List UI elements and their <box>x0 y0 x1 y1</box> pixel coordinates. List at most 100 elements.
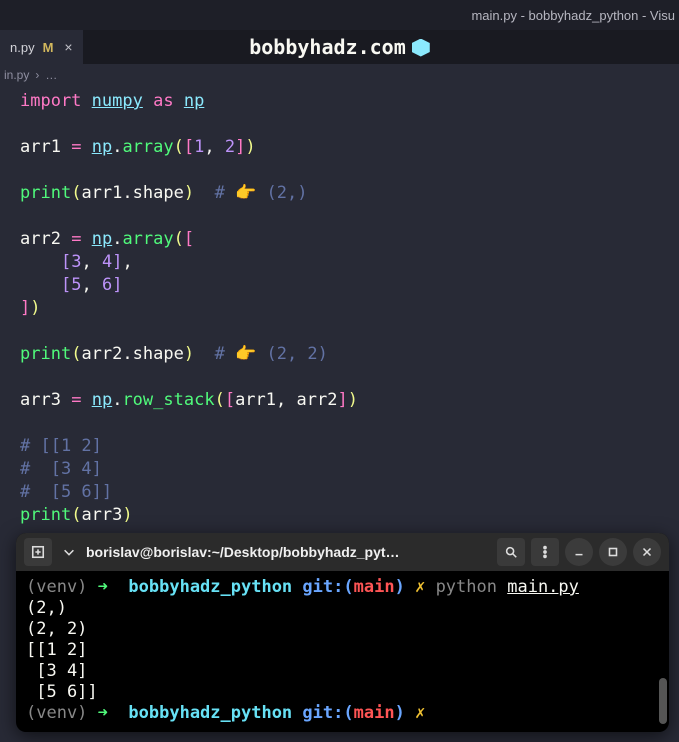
prompt-venv: (venv) <box>26 577 87 597</box>
terminal-header: borislav@borislav:~/Desktop/bobbyhadz_py… <box>16 533 669 571</box>
paren: ) <box>184 344 194 364</box>
paren: ) <box>245 137 255 157</box>
terminal-body[interactable]: (venv) ➜ bobbyhadz_python git:(main) ✗ p… <box>16 571 669 732</box>
comma: , <box>204 137 214 157</box>
num: 6 <box>102 275 112 295</box>
hand-icon: 👉 <box>235 344 256 364</box>
prompt-venv: (venv) <box>26 703 87 723</box>
var-arr3: arr3 <box>81 505 122 525</box>
paren: ) <box>122 505 132 525</box>
prompt-gitc: ) <box>395 703 405 723</box>
bracket: ] <box>20 298 30 318</box>
dot: . <box>112 137 122 157</box>
breadcrumb: in.py › … <box>0 64 679 86</box>
module-numpy: numpy <box>92 91 143 111</box>
hand-icon: 👉 <box>235 183 256 203</box>
bracket: [ <box>184 137 194 157</box>
comment-hash: # <box>215 344 225 364</box>
prompt-git: git:( <box>302 577 353 597</box>
minimize-button[interactable] <box>565 538 593 566</box>
comment-val: (2, 2) <box>266 344 327 364</box>
comma: , <box>81 275 91 295</box>
menu-button[interactable] <box>531 538 559 566</box>
alias-np: np <box>184 91 204 111</box>
ref-np: np <box>92 137 112 157</box>
prompt-arrow: ➜ <box>98 703 108 723</box>
comma: , <box>81 252 91 272</box>
paren: ) <box>184 183 194 203</box>
scrollbar-thumb[interactable] <box>659 678 667 724</box>
paren: ( <box>71 183 81 203</box>
var-arr3: arr3 <box>20 390 61 410</box>
paren: ( <box>71 505 81 525</box>
bracket: ] <box>112 275 122 295</box>
prompt-branch: main <box>354 577 395 597</box>
comment-line: # [3 4] <box>20 459 102 479</box>
attr-shape: shape <box>133 183 184 203</box>
cube-icon <box>412 39 430 57</box>
maximize-button[interactable] <box>599 538 627 566</box>
var-arr1: arr1 <box>235 390 276 410</box>
cmd-python: python <box>436 577 497 597</box>
terminal-output-line: [[1 2] <box>26 640 87 660</box>
cmd-file: main.py <box>507 577 579 597</box>
comma: , <box>276 390 286 410</box>
prompt-dir: bobbyhadz_python <box>128 703 292 723</box>
bracket: [ <box>61 252 71 272</box>
ref-np: np <box>92 229 112 249</box>
bracket: ] <box>112 252 122 272</box>
paren: ) <box>30 298 40 318</box>
breadcrumb-separator: › <box>35 68 39 82</box>
new-tab-button[interactable] <box>24 538 52 566</box>
terminal-output-line: [3 4] <box>26 661 87 681</box>
watermark-text: bobbyhadz.com <box>249 35 406 59</box>
terminal-scrollbar[interactable] <box>659 577 667 724</box>
prompt-dirty: ✗ <box>415 577 425 597</box>
breadcrumb-dots[interactable]: … <box>45 68 57 82</box>
dot: . <box>122 344 132 364</box>
bracket: ] <box>337 390 347 410</box>
tab-label: n.py <box>10 40 35 55</box>
tab-main-py[interactable]: n.py M × <box>0 30 83 64</box>
comment-hash: # <box>215 183 225 203</box>
var-arr1: arr1 <box>81 183 122 203</box>
tab-modified-indicator: M <box>43 40 54 55</box>
paren: ) <box>348 390 358 410</box>
tab-close-icon[interactable]: × <box>61 39 75 55</box>
paren: ( <box>174 137 184 157</box>
code-editor[interactable]: import numpy as np arr1 = np.array([1, 2… <box>0 86 679 531</box>
fn-array: array <box>122 137 173 157</box>
prompt-arrow: ➜ <box>98 577 108 597</box>
breadcrumb-file[interactable]: in.py <box>4 68 29 82</box>
op-eq: = <box>71 229 81 249</box>
op-eq: = <box>71 137 81 157</box>
terminal-window: borislav@borislav:~/Desktop/bobbyhadz_py… <box>16 533 669 732</box>
paren: ( <box>71 344 81 364</box>
dot: . <box>112 390 122 410</box>
prompt-dir: bobbyhadz_python <box>128 577 292 597</box>
ref-np: np <box>92 390 112 410</box>
tab-bar: n.py M × bobbyhadz.com <box>0 30 679 64</box>
terminal-output-line: (2, 2) <box>26 619 87 639</box>
op-eq: = <box>71 390 81 410</box>
keyword-import: import <box>20 91 81 111</box>
num: 3 <box>71 252 81 272</box>
keyword-as: as <box>153 91 173 111</box>
bracket: [ <box>184 229 194 249</box>
var-arr2: arr2 <box>20 229 61 249</box>
dropdown-icon[interactable] <box>60 538 78 566</box>
var-arr2: arr2 <box>297 390 338 410</box>
prompt-branch: main <box>354 703 395 723</box>
comment-val: (2,) <box>266 183 307 203</box>
var-arr1: arr1 <box>20 137 61 157</box>
prompt-dirty: ✗ <box>415 703 425 723</box>
prompt-git: git:( <box>302 703 353 723</box>
bracket: [ <box>61 275 71 295</box>
comment-line: # [[1 2] <box>20 436 102 456</box>
terminal-title: borislav@borislav:~/Desktop/bobbyhadz_py… <box>86 544 489 560</box>
fn-rowstack: row_stack <box>122 390 214 410</box>
dot: . <box>112 229 122 249</box>
num: 4 <box>102 252 112 272</box>
close-window-button[interactable] <box>633 538 661 566</box>
search-button[interactable] <box>497 538 525 566</box>
